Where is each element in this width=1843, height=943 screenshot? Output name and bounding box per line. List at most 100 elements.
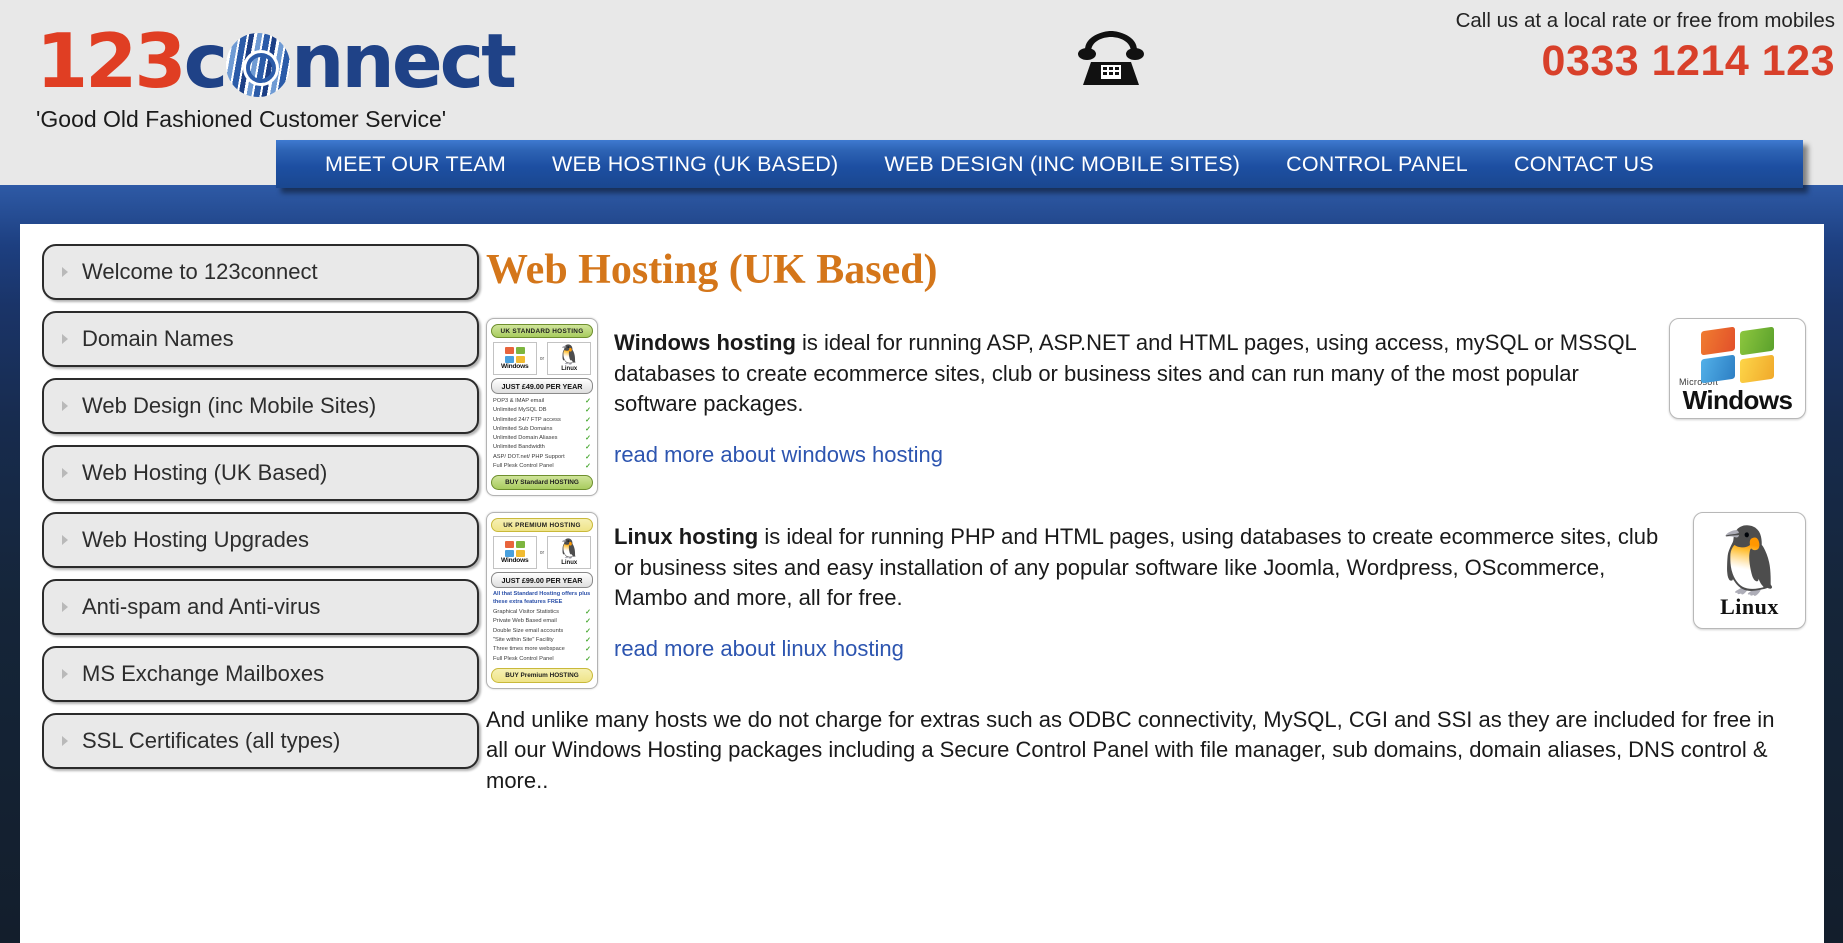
card-feature-label: Double Size email accounts [493, 627, 564, 634]
card-banner: UK PREMIUM HOSTING [491, 518, 593, 533]
windows-flag-icon [504, 347, 525, 363]
card-feature: Unlimited Sub Domains ✓ [491, 425, 593, 434]
linux-tux-icon: 🐧 [1708, 522, 1791, 597]
telephone-icon [1078, 31, 1144, 85]
card-feature-label: ASP/ DOT.net/ PHP Support [493, 453, 565, 460]
nav-item-control-panel[interactable]: CONTROL PANEL [1263, 140, 1491, 188]
card-feature: Graphical Visitor Statistics ✓ [491, 608, 593, 617]
card-feature-label: Full Plesk Control Panel [493, 463, 554, 470]
sidebar-item-welcome[interactable]: Welcome to 123connect [42, 244, 479, 300]
card-feature-label: Full Plesk Control Panel [493, 655, 554, 662]
buy-standard-hosting-button[interactable]: BUY Standard HOSTING [491, 475, 593, 491]
windows-logo-badge: Microsoft Windows [1669, 318, 1806, 419]
linux-tux-icon: 🐧 [557, 538, 582, 560]
sidebar-item-label: MS Exchange Mailboxes [82, 661, 325, 686]
sidebar-item-label: Web Design (inc Mobile Sites) [82, 393, 377, 418]
card-feature-label: Unlimited Bandwidth [493, 444, 545, 451]
sidebar-item-label: Anti-spam and Anti-virus [82, 594, 321, 619]
sidebar-item-ssl-certificates[interactable]: SSL Certificates (all types) [42, 713, 479, 769]
check-icon: ✓ [585, 637, 591, 645]
phone-block: Call us at a local rate or free from mob… [1215, 8, 1835, 88]
check-icon: ✓ [585, 453, 591, 461]
read-more-windows-hosting-link[interactable]: read more about windows hosting [614, 442, 943, 468]
check-icon: ✓ [585, 435, 591, 443]
card-feature-label: Private Web Based email [493, 618, 557, 625]
sidebar-item-web-hosting[interactable]: Web Hosting (UK Based) [42, 445, 479, 501]
card-note: All that Standard Hosting offers plus th… [493, 591, 591, 605]
check-icon: ✓ [585, 425, 591, 433]
card-feature: Full Plesk Control Panel ✓ [491, 655, 593, 664]
check-icon: ✓ [585, 398, 591, 405]
windows-hosting-lead: Windows hosting [614, 330, 796, 355]
sidebar-item-anti-spam[interactable]: Anti-spam and Anti-virus [42, 579, 479, 635]
card-feature: Full Plesk Control Panel ✓ [491, 462, 593, 471]
card-feature-label: Unlimited Sub Domains [493, 425, 553, 432]
nav-item-meet-our-team[interactable]: MEET OUR TEAM [302, 140, 529, 188]
card-banner: UK STANDARD HOSTING [491, 324, 593, 338]
card-windows-thumb: Windows [492, 342, 537, 375]
check-icon: ✓ [585, 655, 591, 663]
linux-hosting-body: is ideal for running PHP and HTML pages,… [614, 524, 1659, 611]
sidebar-item-ms-exchange[interactable]: MS Exchange Mailboxes [42, 646, 479, 702]
card-feature: "Site within Site" Facility ✓ [491, 636, 593, 645]
linux-tux-icon: 🐧 [557, 344, 582, 366]
read-more-linux-hosting-link[interactable]: read more about linux hosting [614, 636, 904, 662]
card-feature: ASP/ DOT.net/ PHP Support ✓ [491, 453, 593, 462]
bullet-arrow-icon [62, 468, 68, 478]
standard-hosting-price-card[interactable]: UK STANDARD HOSTING Windows or 🐧 Linux J… [486, 318, 598, 497]
linux-hosting-paragraph: Linux hosting is ideal for running PHP a… [614, 522, 1679, 614]
card-feature: Unlimited Domain Aliases ✓ [491, 434, 593, 443]
buy-premium-hosting-button[interactable]: BUY Premium HOSTING [491, 667, 593, 683]
windows-label: Windows [1682, 385, 1793, 415]
sidebar-item-label: Web Hosting Upgrades [82, 527, 310, 552]
premium-hosting-price-card[interactable]: UK PREMIUM HOSTING Windows or 🐧 Linux JU… [486, 512, 598, 689]
sidebar-item-domain-names[interactable]: Domain Names [42, 311, 479, 367]
check-icon: ✓ [585, 646, 591, 654]
sidebar-item-web-hosting-upgrades[interactable]: Web Hosting Upgrades [42, 512, 479, 568]
card-windows-label: Windows [501, 363, 529, 370]
nav-item-web-design[interactable]: WEB DESIGN (INC MOBILE SITES) [861, 140, 1263, 188]
phone-number[interactable]: 0333 1214 123 [1215, 34, 1835, 88]
bullet-arrow-icon [62, 401, 68, 411]
card-linux-thumb: 🐧 Linux [547, 342, 592, 375]
content-panel: Welcome to 123connect Domain Names Web D… [20, 224, 1824, 943]
bullet-arrow-icon [62, 334, 68, 344]
windows-hosting-paragraph: Windows hosting is ideal for running ASP… [614, 328, 1655, 420]
nav-item-contact-us[interactable]: CONTACT US [1491, 140, 1677, 188]
card-linux-label: Linux [561, 559, 578, 566]
card-feature: Three times more webspace ✓ [491, 645, 593, 654]
phone-tagline: Call us at a local rate or free from mob… [1455, 9, 1835, 32]
check-icon: ✓ [585, 463, 591, 471]
page-title: Web Hosting (UK Based) [486, 247, 938, 293]
card-feature: Unlimited 24/7 FTP access ✓ [491, 416, 593, 425]
sidebar-item-web-design[interactable]: Web Design (inc Mobile Sites) [42, 378, 479, 434]
linux-hosting-section: UK PREMIUM HOSTING Windows or 🐧 Linux JU… [486, 512, 1806, 689]
card-windows-thumb: Windows [492, 536, 537, 570]
card-linux-thumb: 🐧 Linux [547, 536, 592, 570]
windows-hosting-text: Windows hosting is ideal for running ASP… [614, 318, 1655, 468]
card-feature-label: "Site within Site" Facility [493, 637, 554, 644]
logo-letter-c: c [183, 17, 229, 105]
card-linux-label: Linux [561, 365, 578, 372]
card-feature: Private Web Based email ✓ [491, 617, 593, 626]
card-os-row: Windows or 🐧 Linux [491, 536, 593, 570]
site-logo[interactable]: 123c nnect 'Good Old Fashioned Customer S… [36, 18, 596, 133]
nav-item-web-hosting[interactable]: WEB HOSTING (UK BASED) [529, 140, 861, 188]
sidebar-item-label: SSL Certificates (all types) [82, 728, 341, 753]
sidebar-item-label: Welcome to 123connect [82, 259, 318, 284]
windows-hosting-section: UK STANDARD HOSTING Windows or 🐧 Linux J… [486, 318, 1806, 497]
card-feature-label: Unlimited MySQL DB [493, 407, 547, 414]
card-feature: Unlimited Bandwidth ✓ [491, 443, 593, 452]
bullet-arrow-icon [62, 669, 68, 679]
card-feature: Double Size email accounts ✓ [491, 627, 593, 636]
main-column: Web Hosting (UK Based) UK STANDARD HOSTI… [486, 244, 1806, 796]
card-feature-label: POP3 & IMAP email [493, 398, 545, 404]
logo-number: 123 [36, 17, 187, 105]
main-navigation: MEET OUR TEAM WEB HOSTING (UK BASED) WEB… [276, 140, 1803, 188]
sidebar-item-label: Web Hosting (UK Based) [82, 460, 328, 485]
linux-logo-badge: 🐧 Linux [1693, 512, 1806, 630]
linux-hosting-lead: Linux hosting [614, 524, 759, 550]
linux-label: Linux [1720, 593, 1779, 619]
check-icon: ✓ [585, 627, 591, 635]
check-icon: ✓ [585, 407, 591, 415]
